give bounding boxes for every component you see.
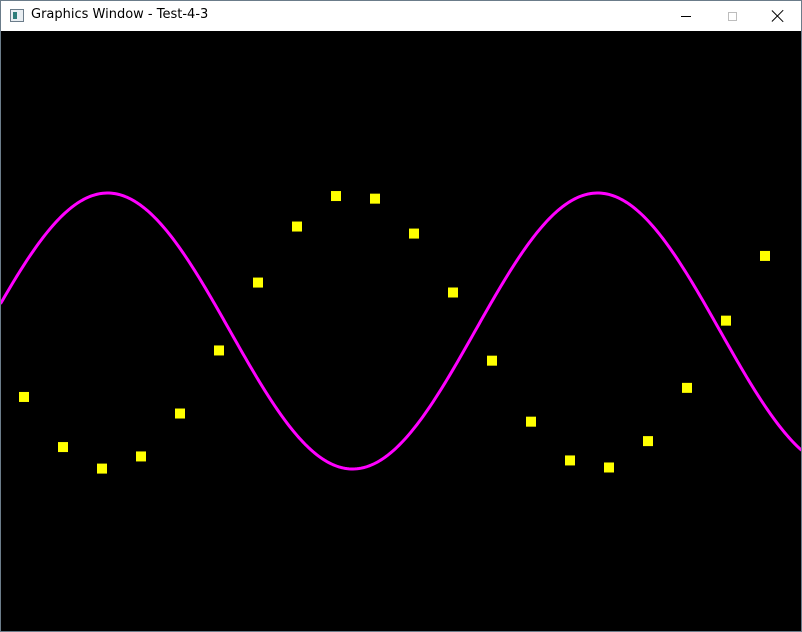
data-point-marker	[643, 436, 653, 447]
data-point-marker	[526, 416, 536, 427]
minimize-icon	[681, 15, 691, 17]
data-point-marker	[487, 355, 497, 366]
minimize-button[interactable]	[663, 1, 709, 31]
app-window-icon	[10, 9, 24, 22]
title-bar[interactable]: Graphics Window - Test-4-3	[1, 1, 801, 31]
sine-curve-line	[1, 191, 801, 471]
window-title: Graphics Window - Test-4-3	[31, 7, 209, 22]
data-point-marker	[253, 277, 263, 288]
data-point-marker	[565, 455, 575, 466]
data-point-marker	[760, 250, 770, 261]
data-point-marker	[58, 442, 68, 453]
data-point-marker	[292, 221, 302, 232]
close-button[interactable]	[755, 1, 801, 31]
data-point-marker	[682, 382, 692, 393]
graphics-window: Graphics Window - Test-4-3	[0, 0, 802, 632]
data-point-marker	[331, 191, 341, 202]
data-point-marker	[604, 462, 614, 473]
data-point-marker	[214, 345, 224, 356]
sine-curve-plot	[1, 191, 801, 474]
close-icon	[772, 10, 784, 22]
maximize-icon	[727, 11, 737, 21]
data-point-marker	[409, 228, 419, 239]
data-point-marker	[175, 408, 185, 419]
data-point-marker	[721, 315, 731, 326]
drawing-canvas	[1, 31, 801, 631]
data-point-marker	[448, 287, 458, 298]
data-point-marker	[19, 391, 29, 402]
maximize-button[interactable]	[709, 1, 755, 31]
data-point-marker	[97, 463, 107, 474]
data-point-marker	[136, 451, 146, 462]
data-point-marker	[370, 193, 380, 204]
